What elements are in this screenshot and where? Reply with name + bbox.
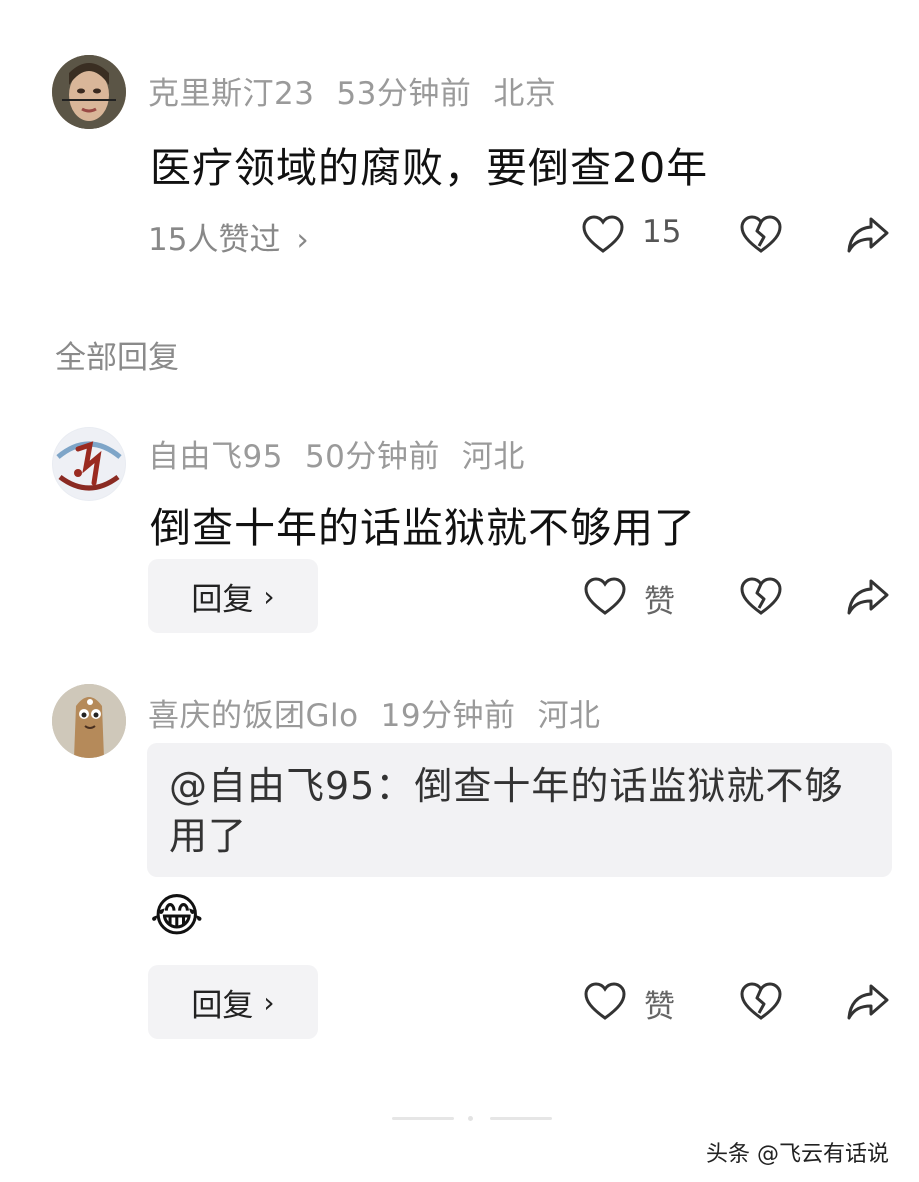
- comment-location: 北京: [493, 76, 557, 112]
- chevron-right-icon: ›: [263, 579, 275, 613]
- comment-username[interactable]: 克里斯汀23: [148, 76, 314, 112]
- watermark: 头条 @飞云有话说: [706, 1142, 889, 1167]
- reply-meta: 自由飞95 50分钟前 河北: [148, 431, 525, 476]
- like-label: 赞: [644, 989, 675, 1025]
- share-icon[interactable]: [846, 213, 890, 257]
- heart-icon[interactable]: [581, 213, 625, 257]
- chevron-right-icon: ›: [296, 222, 309, 258]
- avatar[interactable]: [52, 684, 126, 758]
- section-title: 全部回复: [55, 340, 179, 376]
- likers-link[interactable]: 15人赞过 ›: [148, 214, 309, 259]
- likers-text: 15人赞过: [148, 222, 281, 258]
- chevron-right-icon: ›: [263, 985, 275, 1019]
- broken-heart-icon[interactable]: [739, 980, 783, 1024]
- avatar[interactable]: [52, 55, 126, 129]
- reply-time: 19分钟前: [380, 698, 516, 734]
- reply-username[interactable]: 喜庆的饭团Glo: [148, 698, 359, 734]
- reply-location: 河北: [537, 698, 601, 734]
- quoted-reply[interactable]: @自由飞95：倒查十年的话监狱就不够用了: [147, 743, 892, 877]
- avatar-image: [52, 684, 126, 758]
- like-count: 15: [642, 214, 682, 250]
- scroll-indicator-dot: [468, 1116, 473, 1121]
- scroll-indicator: [490, 1117, 552, 1120]
- reply-username[interactable]: 自由飞95: [148, 439, 283, 475]
- broken-heart-icon[interactable]: [739, 575, 783, 619]
- comment-time: 53分钟前: [336, 76, 472, 112]
- reply-meta: 喜庆的饭团Glo 19分钟前 河北: [148, 690, 601, 735]
- heart-icon[interactable]: [583, 575, 627, 619]
- reply-time: 50分钟前: [304, 439, 440, 475]
- avatar-image: [53, 428, 125, 500]
- comment-text: 医疗领域的腐败，要倒查20年: [150, 144, 709, 192]
- reply-button-label: 回复: [191, 987, 254, 1024]
- share-icon[interactable]: [846, 980, 890, 1024]
- reply-button[interactable]: 回复 ›: [148, 559, 318, 633]
- like-label: 赞: [644, 584, 675, 620]
- reply-location: 河北: [461, 439, 525, 475]
- laughing-emoji-icon: 😂: [150, 888, 204, 942]
- heart-icon[interactable]: [583, 980, 627, 1024]
- avatar[interactable]: [52, 427, 126, 501]
- broken-heart-icon[interactable]: [739, 213, 783, 257]
- reply-button-label: 回复: [191, 581, 254, 618]
- avatar-image: [52, 55, 126, 129]
- share-icon[interactable]: [846, 575, 890, 619]
- scroll-indicator: [392, 1117, 454, 1120]
- reply-text: 倒查十年的话监狱就不够用了: [150, 504, 696, 552]
- reply-button[interactable]: 回复 ›: [148, 965, 318, 1039]
- comment-meta: 克里斯汀23 53分钟前 北京: [148, 68, 556, 113]
